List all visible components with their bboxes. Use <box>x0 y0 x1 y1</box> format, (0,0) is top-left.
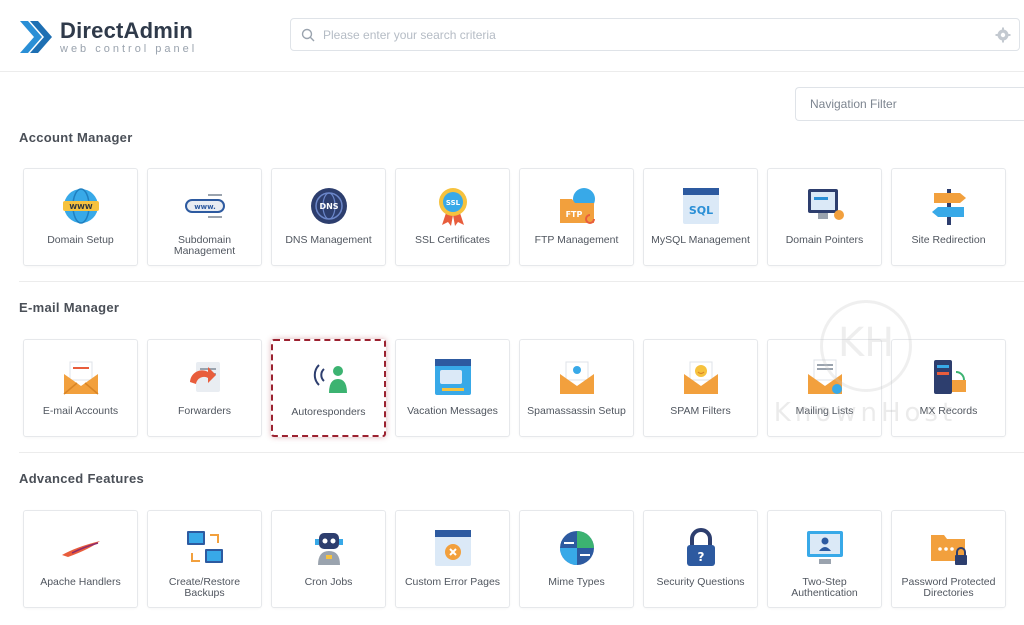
card-label: Password Protected Directories <box>901 576 996 599</box>
dns-management-card[interactable]: DNS DNS Management <box>271 168 386 266</box>
apache-feather-icon <box>62 541 100 557</box>
navigation-filter <box>795 87 1024 121</box>
card-label: SPAM Filters <box>670 405 731 417</box>
domain-pointers-card[interactable]: Domain Pointers <box>767 168 882 266</box>
custom-error-pages-card[interactable]: Custom Error Pages <box>395 510 510 608</box>
card-label: MySQL Management <box>651 234 750 246</box>
backup-computers-icon <box>187 531 223 563</box>
card-label: Two-Step Authentication <box>791 576 858 599</box>
account-manager-grid: WWW Domain Setup www. Subdomain Manageme… <box>23 168 1006 266</box>
navigation-filter-input[interactable] <box>796 88 1024 120</box>
mime-globe-icon <box>560 531 594 565</box>
section-title-account-manager: Account Manager <box>19 130 133 145</box>
padlock-question-icon: ? <box>687 528 715 566</box>
section-title-email-manager: E-mail Manager <box>19 300 120 315</box>
spamassassin-setup-card[interactable]: Spamassassin Setup <box>519 339 634 437</box>
www-globe-icon: WWW <box>63 188 99 224</box>
card-label: Security Questions <box>656 576 745 588</box>
card-label: SSL Certificates <box>415 234 490 246</box>
directadmin-logo[interactable]: DirectAdmin web control panel <box>18 14 218 60</box>
smiley-envelope-icon <box>684 361 718 394</box>
section-title-advanced-features: Advanced Features <box>19 471 145 486</box>
card-label: Mime Types <box>548 576 605 588</box>
svg-text:SSL: SSL <box>446 199 461 207</box>
email-accounts-card[interactable]: E-mail Accounts <box>23 339 138 437</box>
svg-text:FTP: FTP <box>566 210 583 219</box>
card-label: FTP Management <box>534 234 619 246</box>
search-input[interactable] <box>323 27 983 42</box>
gear-icon[interactable] <box>995 27 1011 43</box>
directadmin-logo-icon <box>18 17 54 57</box>
autoresponders-card[interactable]: Autoresponders <box>271 339 386 437</box>
svg-text:DNS: DNS <box>319 202 338 211</box>
top-header: DirectAdmin web control panel <box>0 0 1024 72</box>
card-label: Mailing Lists <box>795 405 854 417</box>
section-divider <box>19 281 1024 282</box>
ftp-folder-icon: FTP <box>560 188 595 224</box>
mailing-lists-card[interactable]: Mailing Lists <box>767 339 882 437</box>
card-label: Domain Setup <box>47 234 114 246</box>
list-envelope-icon <box>808 359 842 394</box>
forwarders-card[interactable]: Forwarders <box>147 339 262 437</box>
broadcast-user-icon <box>313 364 347 393</box>
cron-jobs-card[interactable]: Cron Jobs <box>271 510 386 608</box>
security-questions-card[interactable]: ? Security Questions <box>643 510 758 608</box>
signpost-icon <box>932 189 966 225</box>
domain-pointer-icon <box>808 189 844 220</box>
spam-filters-card[interactable]: SPAM Filters <box>643 339 758 437</box>
advanced-features-grid: Apache Handlers Create/Restore Backups C… <box>23 510 1006 608</box>
domain-setup-card[interactable]: WWW Domain Setup <box>23 168 138 266</box>
card-label: Autoresponders <box>291 406 366 418</box>
card-label: Cron Jobs <box>304 576 353 588</box>
svg-text:www.: www. <box>194 203 216 211</box>
error-page-icon <box>435 530 471 566</box>
spam-envelope-icon <box>560 361 594 394</box>
svg-text:?: ? <box>698 550 705 564</box>
card-label: MX Records <box>919 405 978 417</box>
message-window-icon <box>435 359 471 395</box>
card-label: Custom Error Pages <box>404 576 501 588</box>
mx-server-icon <box>934 360 966 394</box>
card-label: Forwarders <box>177 405 232 417</box>
card-label: Spamassassin Setup <box>527 405 626 417</box>
ssl-certificates-card[interactable]: SSL SSL Certificates <box>395 168 510 266</box>
vacation-messages-card[interactable]: Vacation Messages <box>395 339 510 437</box>
card-label: Subdomain Management <box>173 234 236 257</box>
site-redirection-card[interactable]: Site Redirection <box>891 168 1006 266</box>
create-restore-backups-card[interactable]: Create/Restore Backups <box>147 510 262 608</box>
email-manager-grid: E-mail Accounts Forwarders Autoresponder… <box>23 339 1006 437</box>
section-divider <box>19 452 1024 453</box>
brand-name: DirectAdmin <box>60 17 193 43</box>
forward-arrow-icon <box>190 362 220 392</box>
card-label: Site Redirection <box>911 234 986 246</box>
ftp-management-card[interactable]: FTP FTP Management <box>519 168 634 266</box>
apache-handlers-card[interactable]: Apache Handlers <box>23 510 138 608</box>
svg-text:SQL: SQL <box>689 204 713 217</box>
card-label: Domain Pointers <box>785 234 864 246</box>
search-bar <box>290 18 1020 51</box>
two-step-authentication-card[interactable]: Two-Step Authentication <box>767 510 882 608</box>
ssl-badge-icon: SSL <box>439 188 467 226</box>
robot-icon <box>315 533 343 565</box>
card-label: DNS Management <box>285 234 372 246</box>
envelope-icon <box>63 361 99 395</box>
card-label: Vacation Messages <box>407 405 498 417</box>
card-label: Apache Handlers <box>40 576 121 588</box>
locked-folder-icon <box>931 535 967 565</box>
brand-subtitle: web control panel <box>60 42 198 55</box>
monitor-user-icon <box>807 531 843 564</box>
subdomain-management-card[interactable]: www. Subdomain Management <box>147 168 262 266</box>
search-icon <box>301 28 315 41</box>
password-protected-directories-card[interactable]: Password Protected Directories <box>891 510 1006 608</box>
sql-window-icon: SQL <box>683 188 719 224</box>
mx-records-card[interactable]: MX Records <box>891 339 1006 437</box>
dns-icon: DNS <box>311 188 347 224</box>
card-label: Create/Restore Backups <box>168 576 241 599</box>
mysql-management-card[interactable]: SQL MySQL Management <box>643 168 758 266</box>
mime-types-card[interactable]: Mime Types <box>519 510 634 608</box>
card-label: E-mail Accounts <box>42 405 119 417</box>
subdomain-icon: www. <box>185 194 225 218</box>
svg-text:WWW: WWW <box>69 203 92 211</box>
